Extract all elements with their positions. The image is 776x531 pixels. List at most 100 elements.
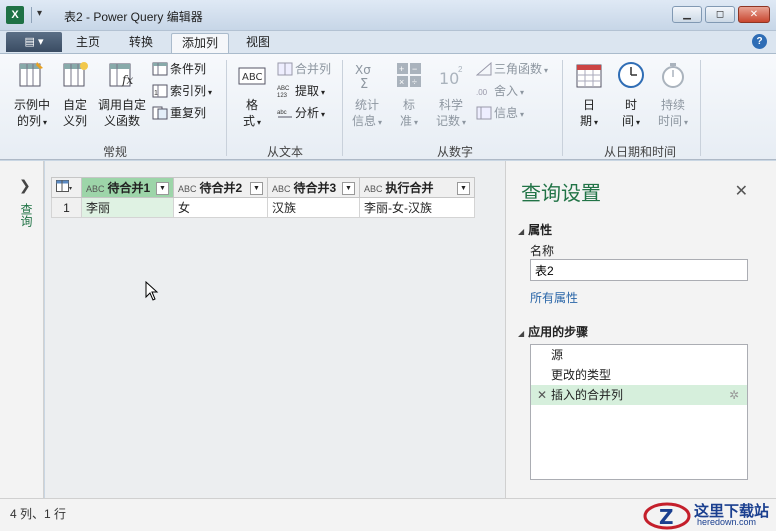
svg-text:▾: ▾	[69, 186, 72, 192]
applied-steps-section-toggle[interactable]: ◢ 应用的步骤	[518, 323, 588, 340]
rounding-button[interactable]: .00 舍入 ▾	[476, 82, 524, 100]
window-controls: ▁ ◻ ✕	[672, 6, 770, 23]
status-bar: 4 列、1 行 Z 这里下载站 heredown.com	[0, 498, 776, 531]
delete-step-icon[interactable]: ✕	[537, 385, 547, 405]
conditional-column-icon	[152, 62, 168, 76]
standard-label-2: 准	[399, 114, 412, 128]
collapse-triangle-icon: ◢	[518, 329, 525, 338]
date-button[interactable]: 日 期 ▾	[570, 60, 608, 131]
svg-text:2: 2	[458, 65, 463, 74]
svg-text:fx: fx	[121, 73, 133, 87]
chevron-down-icon: ▾	[520, 110, 525, 119]
tab-transform[interactable]: 转换	[121, 33, 161, 53]
conditional-column-button[interactable]: 条件列	[152, 60, 206, 78]
row-number[interactable]: 1	[51, 197, 82, 218]
column-header-3[interactable]: ABC 待合并3 ▼	[267, 177, 360, 198]
query-name-input[interactable]	[530, 259, 748, 281]
close-icon: ✕	[749, 9, 759, 20]
applied-step-selected[interactable]: ✕ 插入的合并列 ✲	[531, 385, 747, 405]
text-type-icon[interactable]: ABC	[86, 184, 105, 194]
close-button[interactable]: ✕	[738, 6, 770, 23]
group-label-text: 从文本	[266, 145, 303, 159]
tab-view[interactable]: 视图	[240, 33, 276, 53]
tab-add-column[interactable]: 添加列	[171, 33, 229, 53]
parse-button[interactable]: abc 分析 ▾	[277, 104, 325, 122]
applied-step[interactable]: 更改的类型	[531, 365, 747, 385]
watermark-url: heredown.com	[697, 517, 757, 527]
standard-math-icon: + − × ÷	[397, 63, 421, 87]
text-type-icon[interactable]: ABC	[178, 184, 197, 194]
expand-queries-button[interactable]: ❯	[19, 177, 31, 194]
time-label-2: 间	[621, 114, 634, 128]
column-header-2[interactable]: ABC 待合并2 ▼	[173, 177, 268, 198]
extract-button[interactable]: ABC 123 提取 ▾	[277, 82, 325, 100]
table-cell[interactable]: 女	[173, 197, 268, 218]
applied-step[interactable]: 源	[531, 345, 747, 365]
duration-label-2: 时间	[657, 114, 682, 128]
help-icon[interactable]: ?	[752, 34, 767, 49]
group-separator	[226, 60, 227, 156]
quick-access-dropdown-button[interactable]: ▾	[37, 8, 42, 19]
table-cell[interactable]: 汉族	[267, 197, 360, 218]
table-cell[interactable]: 李丽	[81, 197, 174, 218]
column-from-examples-label-2: 的列	[16, 114, 41, 128]
excel-app-icon[interactable]: X	[6, 6, 24, 24]
invoke-custom-function-button[interactable]: fx 调用自定 义函数	[96, 60, 148, 129]
index-column-button[interactable]: 1 索引列 ▾	[152, 82, 212, 100]
custom-column-label-2: 义列	[62, 114, 87, 128]
chevron-down-icon: ▾	[684, 118, 689, 127]
scientific-button[interactable]: 10 2 科学 记数 ▾	[432, 60, 470, 131]
close-pane-button[interactable]: ✕	[735, 181, 748, 201]
information-button[interactable]: 信息 ▾	[476, 104, 524, 122]
custom-column-label-1: 自定	[62, 98, 87, 112]
custom-column-button[interactable]: 自定 义列	[58, 60, 92, 129]
column-header-4[interactable]: ABC 执行合并 ▼	[359, 177, 475, 198]
trigonometry-button[interactable]: 三角函数 ▾	[476, 60, 548, 78]
format-button[interactable]: ABC 格 式 ▾	[234, 60, 270, 131]
statistics-button[interactable]: Xσ Σ 统计 信息 ▾	[348, 60, 386, 131]
chevron-down-icon: ▾	[594, 118, 599, 127]
merge-columns-button[interactable]: 合并列	[277, 60, 331, 78]
maximize-icon: ◻	[715, 9, 725, 20]
merge-columns-label: 合并列	[295, 62, 332, 76]
time-button[interactable]: 时 间 ▾	[612, 60, 650, 131]
queries-pane-label[interactable]: 查询	[18, 203, 35, 227]
rounding-icon: .00	[476, 88, 488, 97]
data-preview-area: ▾ ABC 待合并1 ▼ ABC 待合并2 ▼ ABC 待合并3 ▼ ABC 执行合并 ▼ 1 …	[45, 161, 505, 498]
mouse-cursor-icon	[145, 281, 159, 301]
standard-button[interactable]: + − × ÷ 标 准 ▾	[392, 60, 426, 131]
status-row-col-count: 4 列、1 行	[10, 507, 67, 521]
group-separator	[562, 60, 563, 156]
scientific-label-1: 科学	[438, 98, 463, 112]
calendar-icon	[576, 64, 602, 88]
all-properties-link[interactable]: 所有属性	[530, 289, 578, 306]
filter-dropdown-button[interactable]: ▼	[342, 182, 355, 195]
filter-dropdown-button[interactable]: ▼	[250, 182, 263, 195]
column-from-examples-label-1: 示例中	[13, 98, 50, 112]
merge-columns-icon	[277, 62, 293, 76]
properties-section-toggle[interactable]: ◢ 属性	[518, 221, 552, 238]
chevron-down-icon: ▾	[43, 118, 48, 127]
table-corner-menu[interactable]: ▾	[51, 177, 82, 198]
duration-button[interactable]: 持续 时间 ▾	[654, 60, 692, 131]
gear-icon[interactable]: ✲	[729, 385, 739, 405]
file-tab[interactable]: ▤ ▾	[6, 32, 62, 52]
column-header-1[interactable]: ABC 待合并1 ▼	[81, 177, 174, 198]
tab-home[interactable]: 主页	[70, 33, 106, 53]
svg-text:ABC: ABC	[242, 72, 263, 83]
format-label-2: 式	[242, 114, 255, 128]
text-type-icon[interactable]: ABC	[364, 184, 383, 194]
chevron-down-icon: ▾	[462, 118, 467, 127]
svg-text:+: +	[399, 64, 404, 74]
chevron-down-icon: ▾	[414, 118, 419, 127]
filter-dropdown-button[interactable]: ▼	[457, 182, 470, 195]
text-type-icon[interactable]: ABC	[272, 184, 291, 194]
invoke-function-icon: fx	[109, 63, 133, 87]
filter-dropdown-button[interactable]: ▼	[156, 182, 169, 195]
name-label: 名称	[530, 244, 555, 258]
duplicate-column-button[interactable]: 重复列	[152, 104, 206, 122]
column-from-examples-button[interactable]: 示例中 的列 ▾	[10, 60, 54, 131]
minimize-button[interactable]: ▁	[672, 6, 702, 23]
maximize-button[interactable]: ◻	[705, 6, 735, 23]
table-cell[interactable]: 李丽-女-汉族	[359, 197, 475, 218]
